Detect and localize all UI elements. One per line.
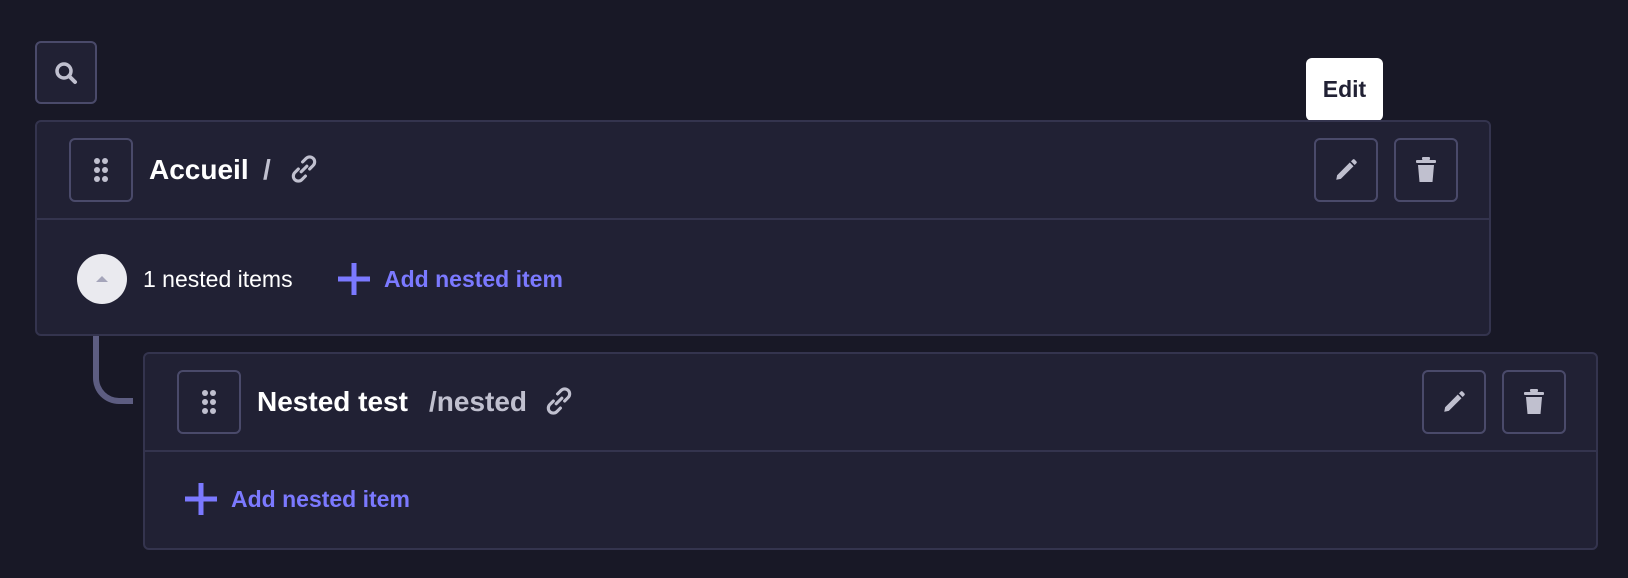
add-nested-item-label: Add nested item — [231, 485, 410, 512]
edit-button[interactable] — [1314, 138, 1378, 202]
menu-item-header: Accueil / — [37, 122, 1489, 220]
menu-item-path: / — [263, 154, 271, 185]
pencil-icon — [1444, 391, 1465, 412]
delete-button[interactable] — [1394, 138, 1458, 202]
collapse-nested-button[interactable] — [77, 254, 127, 304]
edit-tooltip: Edit — [1306, 58, 1383, 121]
trash-icon — [1524, 389, 1544, 414]
menu-item-path: /nested — [429, 386, 528, 417]
add-nested-item-button[interactable]: Add nested item — [185, 474, 410, 524]
search-icon — [55, 61, 77, 84]
delete-button[interactable] — [1502, 370, 1566, 434]
add-nested-item-label: Add nested item — [384, 265, 563, 292]
drag-handle-button[interactable] — [177, 370, 241, 434]
search-button[interactable] — [35, 41, 97, 104]
trash-icon — [1416, 157, 1436, 182]
pencil-icon — [1336, 159, 1357, 180]
nested-items-count: 1 nested items — [143, 265, 293, 292]
plus-icon — [338, 263, 370, 295]
drag-handle-icon — [202, 390, 216, 414]
menu-item-title: Nested test — [257, 386, 408, 417]
menu-item-header: Nested test /nested — [145, 354, 1596, 452]
link-icon — [291, 155, 317, 183]
caret-up-icon — [96, 276, 108, 282]
nesting-connector — [93, 336, 133, 404]
nested-menu-item-card: Nested test /nested Add nested item — [143, 352, 1598, 550]
menu-item-title: Accueil — [149, 154, 249, 185]
navigation-editor: Edit Accueil / 1 nested items Add nested… — [0, 0, 1628, 578]
drag-handle-button[interactable] — [69, 138, 133, 202]
plus-icon — [185, 483, 217, 515]
edit-button[interactable] — [1422, 370, 1486, 434]
add-nested-item-button[interactable]: Add nested item — [338, 254, 563, 304]
link-icon — [546, 387, 572, 415]
menu-item-card: Accueil / 1 nested items Add nested item — [35, 120, 1491, 336]
drag-handle-icon — [94, 158, 108, 182]
